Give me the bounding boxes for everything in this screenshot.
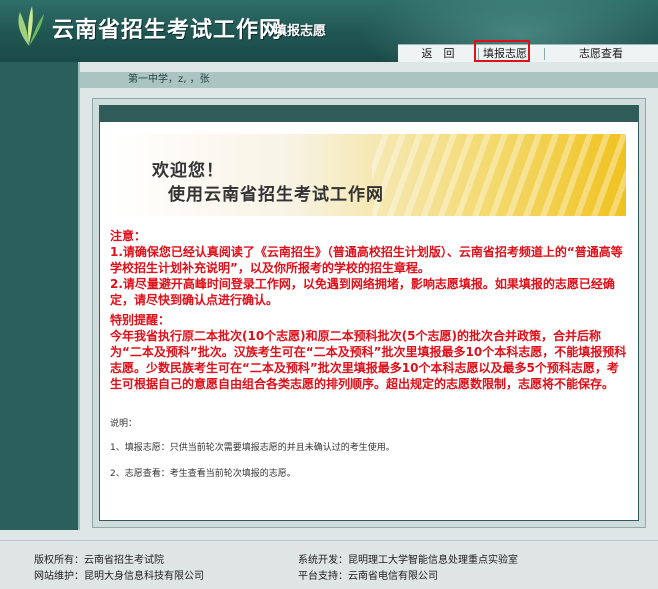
page: 云南省招生考试工作网 填报志愿 返 回 填报志愿 志愿查看 第一中学，z, ，张… xyxy=(0,0,658,589)
nav-back[interactable]: 返 回 xyxy=(398,45,478,62)
explain-item-2: 2、志愿查看：考生查看当前轮次填报的志愿。 xyxy=(110,469,296,479)
header: 云南省招生考试工作网 填报志愿 返 回 填报志愿 志愿查看 xyxy=(0,0,658,62)
sidebar-divider xyxy=(78,62,80,530)
site-title: 云南省招生考试工作网 xyxy=(52,18,283,43)
panel-header-bar xyxy=(100,106,638,122)
banner-decoration xyxy=(372,134,626,216)
banner-welcome: 欢迎您！ xyxy=(152,161,224,181)
notice-item-2: 2.请尽量避开高峰时间登录工作网，以免遇到网络拥堵，影响志愿填报。如果填报的志愿… xyxy=(110,277,615,307)
special-reminder-title: 特别提醒： xyxy=(110,313,171,327)
footer-maintain: 网站维护：昆明大身信息科技有限公司 xyxy=(34,571,204,582)
banner-site-name: 使用云南省招生考试工作网 xyxy=(168,185,384,205)
explain-title: 说明： xyxy=(110,419,138,429)
nav-view-volunteer[interactable]: 志愿查看 xyxy=(544,45,658,62)
footer: 版权所有：云南省招生考试院 网站维护：昆明大身信息科技有限公司 系统开发：昆明理… xyxy=(0,540,658,589)
notice-item-1: 1.请确保您已经认真阅读了《云南招生》（普通高校招生计划版）、云南省招考频道上的… xyxy=(110,245,623,275)
highlight-box xyxy=(474,40,530,62)
content-panel: 欢迎您！ 使用云南省招生考试工作网 注意： 1.请确保您已经认真阅读了《云南招生… xyxy=(99,105,639,521)
user-info-bar: 第一中学，z, ，张 xyxy=(80,72,658,88)
footer-develop: 系统开发：昆明理工大学智能信息处理重点实验室 xyxy=(298,555,518,566)
notice-title: 注意： xyxy=(110,229,147,243)
footer-copyright: 版权所有：云南省招生考试院 xyxy=(34,555,164,566)
user-info-text: 第一中学，z, ，张 xyxy=(128,74,210,85)
left-sidebar xyxy=(0,62,80,530)
explain-item-1: 1、填报志愿：只供当前轮次需要填报志愿的并且未确认过的考生使用。 xyxy=(110,443,395,453)
special-reminder-text: 今年我省执行原二本批次(10个志愿)和原二本预科批次(5个志愿)的批次合并政策，… xyxy=(110,329,627,391)
welcome-banner: 欢迎您！ 使用云南省招生考试工作网 xyxy=(112,134,626,216)
content-frame: 欢迎您！ 使用云南省招生考试工作网 注意： 1.请确保您已经认真阅读了《云南招生… xyxy=(92,98,646,528)
footer-platform: 平台支持：云南省电信有限公司 xyxy=(298,571,438,582)
page-subtitle: 填报志愿 xyxy=(274,24,327,39)
logo-icon xyxy=(18,6,44,46)
